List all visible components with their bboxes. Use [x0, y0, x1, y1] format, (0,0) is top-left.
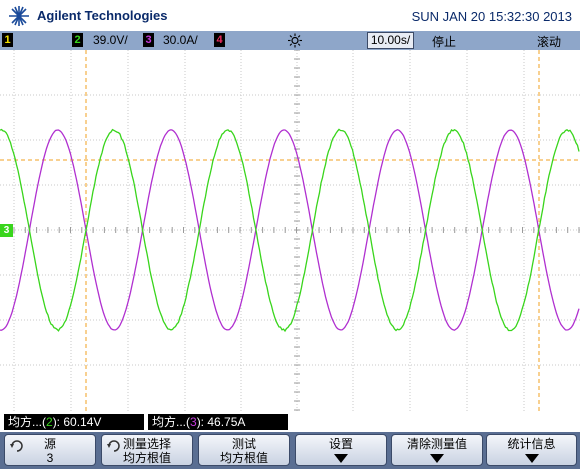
down-arrow-icon: [525, 454, 539, 464]
date-time: SUN JAN 20 15:32:30 2013: [412, 9, 572, 24]
graticule-svg: [0, 50, 580, 411]
graticule-center-ticks: [14, 50, 579, 410]
clear-measurements-softkey[interactable]: 清除测量值: [391, 434, 483, 466]
timebase-value[interactable]: 10.00s/: [367, 32, 414, 49]
channel-3-indicator[interactable]: 3: [143, 33, 154, 47]
measurement-readout-2: 均方...(3): 46.75A: [148, 414, 288, 430]
ground-level-marker[interactable]: 3: [0, 224, 13, 237]
down-arrow-icon: [334, 454, 348, 464]
measurement-bar: 均方...(2): 60.14V 均方...(3): 46.75A: [0, 411, 580, 432]
source-softkey[interactable]: 源 3: [4, 434, 96, 466]
statistics-softkey[interactable]: 统计信息: [486, 434, 577, 466]
settings-softkey[interactable]: 设置: [295, 434, 387, 466]
channel-3-scale: 30.0A/: [163, 33, 198, 47]
channel-2-scale: 39.0V/: [93, 33, 128, 47]
measurement-select-softkey[interactable]: 测量选择 均方根值: [101, 434, 193, 466]
test-softkey[interactable]: 测试 均方根值: [198, 434, 290, 466]
measurement-readout-1: 均方...(2): 60.14V: [4, 414, 144, 430]
agilent-spark-logo-icon: [7, 5, 31, 27]
channel-4-indicator[interactable]: 4: [214, 33, 225, 47]
down-arrow-icon: [430, 454, 444, 464]
brand-name: Agilent Technologies: [37, 8, 168, 23]
run-state: 停止: [432, 33, 456, 50]
title-bar: Agilent Technologies SUN JAN 20 15:32:30…: [0, 0, 580, 31]
softkey-bar: 源 3 测量选择 均方根值 测试 均方根值 设置 清除测量值 统计信息: [0, 432, 580, 469]
channel-1-indicator[interactable]: 1: [2, 33, 13, 47]
channel-status-bar: 1 2 39.0V/ 3 30.0A/ 4 10.00s/ 停止 滚动: [0, 31, 580, 50]
graticule-grid: [0, 50, 580, 411]
acquisition-mode: 滚动: [537, 33, 561, 50]
waveform-display[interactable]: 3: [0, 50, 580, 411]
channel-2-indicator[interactable]: 2: [72, 33, 83, 47]
sun-trigger-icon: [287, 33, 303, 48]
